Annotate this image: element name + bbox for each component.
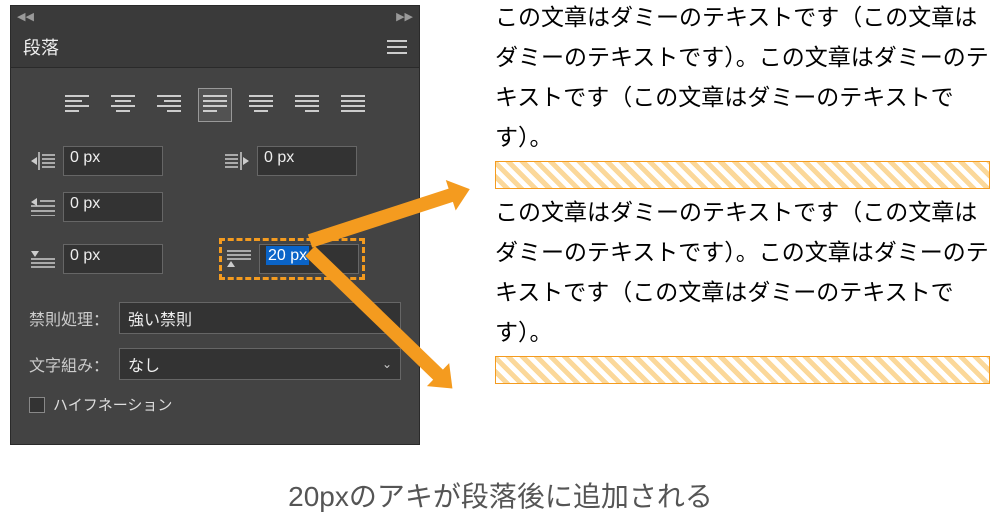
hyphenation-checkbox[interactable] — [29, 397, 45, 413]
hyphenation-row: ハイフネーション — [29, 394, 401, 415]
panel-menu-icon[interactable] — [387, 40, 407, 54]
chevrons-right-icon[interactable]: ▶▶ — [396, 10, 413, 23]
align-center-button[interactable] — [106, 88, 140, 122]
first-line-indent-field: 0 px — [29, 192, 163, 222]
align-right-button[interactable] — [152, 88, 186, 122]
indent-left-input[interactable]: 0 px — [63, 146, 163, 176]
space-after-icon — [225, 248, 253, 270]
panel-top-strip: ◀◀ ▶▶ — [11, 6, 419, 26]
indent-left-icon — [29, 150, 57, 172]
sample-text-area: この文章はダミーのテキストです（この文章はダミーのテキストです）。この文章はダミ… — [495, 0, 990, 388]
hyphenation-label: ハイフネーション — [53, 394, 172, 415]
sample-paragraph: この文章はダミーのテキストです（この文章はダミーのテキストです）。この文章はダミ… — [495, 0, 990, 158]
spacing-indicator — [495, 161, 990, 189]
caption-text: 20pxのアキが段落後に追加される — [0, 475, 1001, 515]
indent-right-icon — [223, 150, 251, 172]
kinsoku-label: 禁則処理： — [29, 306, 109, 330]
kinsoku-row: 禁則処理： 強い禁則 ⌄ — [29, 302, 401, 334]
justify-last-center-button[interactable] — [244, 88, 278, 122]
sample-paragraph: この文章はダミーのテキストです（この文章はダミーのテキストです）。この文章はダミ… — [495, 193, 990, 353]
chevron-down-icon: ⌄ — [382, 357, 392, 371]
mojikumi-select[interactable]: なし ⌄ — [119, 348, 401, 380]
alignment-row — [29, 88, 401, 122]
justify-all-button[interactable] — [336, 88, 370, 122]
mojikumi-label: 文字組み： — [29, 352, 109, 376]
justify-last-right-button[interactable] — [290, 88, 324, 122]
mojikumi-value: なし — [128, 352, 160, 376]
align-left-button[interactable] — [60, 88, 94, 122]
spacing-indicator — [495, 356, 990, 384]
panel-body: 0 px 0 px 0 px — [11, 68, 419, 435]
justify-last-left-button[interactable] — [198, 88, 232, 122]
space-before-field: 0 px — [29, 238, 163, 280]
mojikumi-row: 文字組み： なし ⌄ — [29, 348, 401, 380]
space-before-icon — [29, 248, 57, 270]
indent-right-field: 0 px — [223, 146, 357, 176]
panel-title: 段落 — [23, 34, 59, 60]
kinsoku-value: 強い禁則 — [128, 306, 192, 330]
indent-right-input[interactable]: 0 px — [257, 146, 357, 176]
indent-left-field: 0 px — [29, 146, 163, 176]
first-line-indent-icon — [29, 196, 57, 218]
space-before-input[interactable]: 0 px — [63, 244, 163, 274]
chevrons-left-icon[interactable]: ◀◀ — [17, 10, 34, 23]
first-line-indent-input[interactable]: 0 px — [63, 192, 163, 222]
panel-header: 段落 — [11, 26, 419, 68]
